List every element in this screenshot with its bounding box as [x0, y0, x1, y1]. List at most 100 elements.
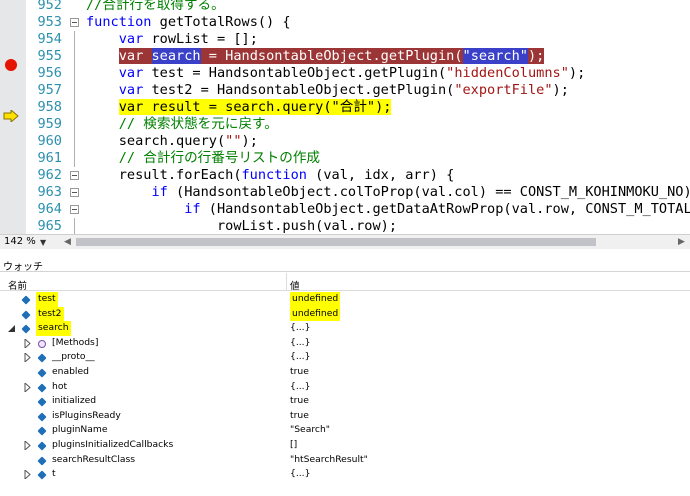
field-icon	[21, 324, 31, 334]
watch-row[interactable]: enabled true	[0, 365, 690, 380]
code-text[interactable]: function getTotalRows() {	[86, 14, 291, 31]
watch-value[interactable]: true	[290, 365, 309, 380]
code-token: var	[118, 65, 144, 81]
watch-value[interactable]: "Search"	[290, 423, 330, 438]
watch-name[interactable]: [Methods]	[52, 336, 98, 351]
watch-row[interactable]: pluginsInitializedCallbacks []	[0, 438, 690, 453]
code-text[interactable]: //合計行を取得する。	[86, 0, 225, 14]
outline-guide	[74, 133, 75, 150]
watch-value[interactable]: true	[290, 394, 309, 409]
code-text[interactable]: var rowList = [];	[86, 31, 258, 48]
column-header-name[interactable]: 名前	[8, 278, 27, 292]
field-icon	[21, 310, 31, 320]
line-number: 958	[37, 99, 62, 115]
watch-name[interactable]: enabled	[52, 365, 89, 380]
code-text[interactable]: var search = HandsontableObject.getPlugi…	[86, 48, 545, 65]
collapse-region-icon[interactable]	[70, 171, 79, 180]
outline-guide	[74, 65, 75, 82]
watch-row[interactable]: __proto__ {...}	[0, 350, 690, 365]
code-token: );	[241, 133, 258, 149]
expand-triangle-icon[interactable]	[24, 441, 32, 450]
watch-row[interactable]: hot {...}	[0, 380, 690, 395]
watch-name[interactable]: t	[52, 467, 56, 482]
watch-row[interactable]: search {...}	[0, 321, 690, 336]
scrollbar-thumb[interactable]	[76, 238, 596, 246]
field-icon	[37, 353, 47, 363]
watch-name[interactable]: pluginName	[52, 423, 108, 438]
collapse-region-icon[interactable]	[70, 18, 79, 27]
line-number: 963	[37, 184, 62, 200]
watch-name[interactable]: hot	[52, 380, 67, 395]
column-header-value[interactable]: 値	[290, 278, 300, 292]
watch-row[interactable]: t {...}	[0, 467, 690, 482]
code-text[interactable]: if (HandsontableObject.colToProp(val.col…	[86, 184, 690, 201]
watch-value[interactable]: {...}	[290, 467, 310, 482]
expand-triangle-icon[interactable]	[24, 382, 32, 392]
watch-name[interactable]: isPluginsReady	[52, 409, 121, 424]
watch-value[interactable]: []	[290, 438, 297, 453]
horizontal-scrollbar[interactable]	[76, 238, 672, 246]
editor-status-bar: 142 % ▼ ◀ ▶	[0, 234, 690, 249]
code-text[interactable]: var test2 = HandsontableObject.getPlugin…	[86, 82, 569, 99]
watch-value[interactable]: {...}	[290, 380, 310, 395]
watch-name[interactable]: test2	[36, 306, 64, 322]
scroll-left-icon[interactable]: ◀	[64, 237, 71, 247]
watch-name[interactable]: test	[36, 292, 58, 307]
expand-triangle-icon[interactable]	[24, 470, 32, 480]
watch-row[interactable]: pluginName "Search"	[0, 423, 690, 438]
watch-name[interactable]: __proto__	[52, 350, 95, 365]
watch-row[interactable]: test undefined	[0, 292, 690, 307]
code-text[interactable]: rowList.push(val.row);	[86, 218, 397, 234]
collapse-region-icon[interactable]	[70, 188, 79, 197]
watch-value[interactable]: "htSearchResult"	[290, 453, 368, 468]
watch-value[interactable]: undefined	[290, 306, 341, 322]
watch-value[interactable]: {...}	[290, 321, 310, 336]
watch-name[interactable]: search	[36, 321, 71, 336]
scroll-right-icon[interactable]: ▶	[678, 237, 685, 247]
watch-row[interactable]: [Methods] {...}	[0, 336, 690, 351]
collapse-triangle-icon[interactable]	[8, 324, 16, 333]
watch-row[interactable]: isPluginsReady true	[0, 409, 690, 424]
field-icon	[37, 368, 47, 378]
watch-name[interactable]: initialized	[52, 394, 96, 409]
zoom-dropdown-icon[interactable]: ▼	[40, 238, 46, 247]
code-token: var	[118, 31, 144, 47]
code-token: function	[241, 167, 307, 183]
line-number: 954	[37, 31, 62, 47]
watch-value[interactable]: undefined	[290, 292, 341, 307]
field-icon	[37, 456, 47, 466]
expand-triangle-icon[interactable]	[24, 353, 32, 363]
watch-value[interactable]: {...}	[290, 336, 310, 351]
code-text[interactable]: result.forEach(function (val, idx, arr) …	[86, 167, 455, 184]
code-token: (val, idx, arr) {	[306, 167, 455, 183]
watch-titlebar: ウォッチ	[0, 252, 690, 273]
zoom-level[interactable]: 142 %	[4, 236, 36, 247]
code-text[interactable]: if (HandsontableObject.getDataAtRowProp(…	[86, 201, 690, 218]
code-text[interactable]: var test = HandsontableObject.getPlugin(…	[86, 65, 586, 82]
code-text[interactable]: // 検索状態を元に戻す。	[86, 116, 278, 133]
outline-guide	[74, 99, 75, 116]
code-text[interactable]: var result = search.query("合計");	[86, 99, 392, 116]
current-statement-arrow-icon	[3, 110, 19, 122]
watch-name[interactable]: pluginsInitializedCallbacks	[52, 438, 173, 453]
watch-value[interactable]: {...}	[290, 350, 310, 365]
line-number: 961	[37, 150, 62, 166]
expand-triangle-icon[interactable]	[24, 338, 32, 348]
field-icon	[37, 470, 47, 480]
breakpoint-icon[interactable]	[5, 59, 17, 71]
watch-row[interactable]: initialized true	[0, 394, 690, 409]
watch-name[interactable]: searchResultClass	[52, 453, 135, 468]
code-text[interactable]: // 合計行の行番号リストの作成	[86, 150, 320, 167]
method-icon	[38, 339, 46, 348]
outline-guide	[74, 31, 75, 48]
watch-value[interactable]: true	[290, 409, 309, 424]
watch-row[interactable]: searchResultClass "htSearchResult"	[0, 453, 690, 468]
column-divider[interactable]	[286, 273, 287, 291]
watch-row[interactable]: test2 undefined	[0, 306, 690, 322]
collapse-region-icon[interactable]	[70, 205, 79, 214]
code-editor[interactable]: 952 //合計行を取得する。 953 function getTotalRows()…	[0, 0, 690, 234]
code-text[interactable]: search.query("");	[86, 133, 258, 150]
